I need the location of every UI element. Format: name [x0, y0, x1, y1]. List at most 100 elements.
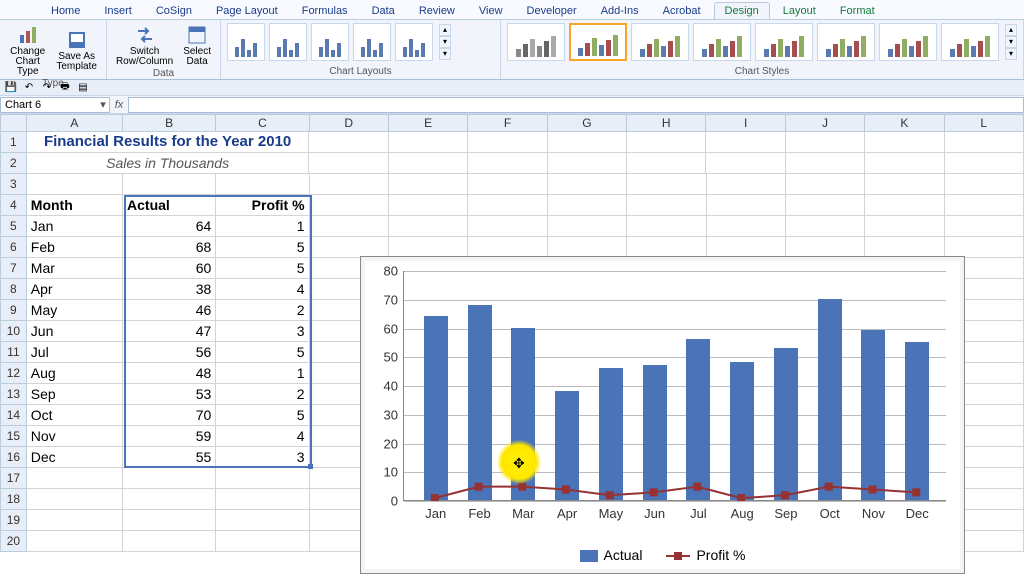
chart-style-thumb[interactable]	[879, 23, 937, 61]
column-header[interactable]: G	[548, 114, 627, 132]
cell[interactable]	[786, 237, 865, 258]
column-header[interactable]: J	[786, 114, 865, 132]
cell[interactable]	[468, 132, 547, 153]
cell[interactable]	[123, 489, 216, 510]
cell[interactable]	[27, 489, 123, 510]
row-header[interactable]: 6	[0, 237, 27, 258]
cell[interactable]	[548, 174, 627, 195]
cell[interactable]: Oct	[27, 405, 123, 426]
cell[interactable]	[27, 531, 123, 552]
select-data-button[interactable]: Select Data	[180, 23, 214, 68]
change-chart-type-button[interactable]: Change Chart Type	[6, 23, 49, 78]
cell[interactable]: Dec	[27, 447, 123, 468]
tab-home[interactable]: Home	[40, 2, 91, 19]
cell[interactable]: Mar	[27, 258, 123, 279]
row-header[interactable]: 20	[0, 531, 27, 552]
cell[interactable]: Apr	[27, 279, 123, 300]
chart-style-thumb[interactable]	[693, 23, 751, 61]
cell[interactable]	[865, 132, 944, 153]
row-header[interactable]: 13	[0, 384, 27, 405]
cell[interactable]	[123, 531, 216, 552]
chart-layout-thumb[interactable]	[227, 23, 265, 61]
cell[interactable]	[309, 132, 388, 153]
cell[interactable]	[707, 195, 786, 216]
tab-acrobat[interactable]: Acrobat	[652, 2, 712, 19]
column-header[interactable]: E	[389, 114, 468, 132]
cell[interactable]	[627, 216, 706, 237]
cell[interactable]: Jan	[27, 216, 123, 237]
cell[interactable]	[707, 237, 786, 258]
cell[interactable]	[468, 216, 547, 237]
chart-style-thumb[interactable]	[569, 23, 627, 61]
cell[interactable]	[468, 237, 547, 258]
cell[interactable]	[945, 132, 1024, 153]
cell[interactable]	[548, 132, 627, 153]
cell[interactable]	[865, 195, 944, 216]
save-icon[interactable]: 💾	[4, 81, 18, 95]
cell[interactable]	[548, 216, 627, 237]
row-header[interactable]: 17	[0, 468, 27, 489]
chart-bar[interactable]	[468, 305, 492, 501]
cell[interactable]	[627, 195, 706, 216]
column-header[interactable]: C	[216, 114, 309, 132]
cell[interactable]: 56	[123, 342, 216, 363]
cell[interactable]	[945, 216, 1024, 237]
gallery-scroll-button[interactable]: ▴	[1005, 24, 1017, 36]
cell[interactable]	[123, 174, 216, 195]
tab-developer[interactable]: Developer	[516, 2, 588, 19]
row-header[interactable]: 14	[0, 405, 27, 426]
formula-input[interactable]	[128, 97, 1024, 113]
cell[interactable]	[627, 174, 706, 195]
column-header[interactable]: I	[706, 114, 785, 132]
cell[interactable]	[310, 195, 389, 216]
cell[interactable]	[706, 153, 785, 174]
cell[interactable]	[389, 174, 468, 195]
embedded-chart[interactable]: 01020304050607080JanFebMarAprMayJunJulAu…	[360, 256, 965, 574]
chart-style-thumb[interactable]	[817, 23, 875, 61]
cell[interactable]	[389, 237, 468, 258]
gallery-scroll-button[interactable]: ▾	[1005, 48, 1017, 60]
save-as-template-button[interactable]: Save As Template	[53, 28, 100, 73]
cell[interactable]	[865, 216, 944, 237]
chart-style-thumb[interactable]	[755, 23, 813, 61]
legend-entry-profit[interactable]: Profit %	[666, 547, 745, 563]
row-header[interactable]: 8	[0, 279, 27, 300]
tab-page-layout[interactable]: Page Layout	[205, 2, 289, 19]
column-header[interactable]: H	[627, 114, 706, 132]
cell[interactable]	[389, 132, 468, 153]
cell[interactable]: Jul	[27, 342, 123, 363]
chart-layout-thumb[interactable]	[269, 23, 307, 61]
tab-data[interactable]: Data	[361, 2, 406, 19]
cell[interactable]	[945, 174, 1024, 195]
row-header[interactable]: 18	[0, 489, 27, 510]
cell[interactable]: 48	[123, 363, 216, 384]
row-header[interactable]: 19	[0, 510, 27, 531]
column-header[interactable]: F	[468, 114, 547, 132]
column-header[interactable]: K	[865, 114, 944, 132]
undo-icon[interactable]: ↶	[22, 81, 36, 95]
cell[interactable]	[468, 174, 547, 195]
cell[interactable]	[627, 237, 706, 258]
fx-button[interactable]: fx	[110, 99, 128, 111]
chart-layout-thumb[interactable]	[311, 23, 349, 61]
switch-row-column-button[interactable]: Switch Row/Column	[113, 23, 176, 68]
cell[interactable]	[548, 237, 627, 258]
chart-plot-area[interactable]: 01020304050607080JanFebMarAprMayJunJulAu…	[403, 271, 946, 501]
cell[interactable]	[786, 174, 865, 195]
cell[interactable]	[27, 174, 123, 195]
cell[interactable]: 4	[216, 279, 309, 300]
gallery-scroll-button[interactable]: ▾	[1005, 36, 1017, 48]
tab-cosign[interactable]: CoSign	[145, 2, 203, 19]
chart-bar[interactable]	[599, 368, 623, 500]
name-box[interactable]: Chart 6 ▾	[0, 97, 110, 113]
chart-bar[interactable]	[424, 316, 448, 500]
cell[interactable]: 53	[123, 384, 216, 405]
cell[interactable]: Month	[27, 195, 123, 216]
cell[interactable]: 3	[216, 321, 309, 342]
cell[interactable]: 2	[216, 300, 309, 321]
cell[interactable]	[389, 195, 468, 216]
chart-bar[interactable]	[774, 348, 798, 500]
cell[interactable]: 55	[123, 447, 216, 468]
row-header[interactable]: 9	[0, 300, 27, 321]
tab-layout[interactable]: Layout	[772, 2, 827, 19]
